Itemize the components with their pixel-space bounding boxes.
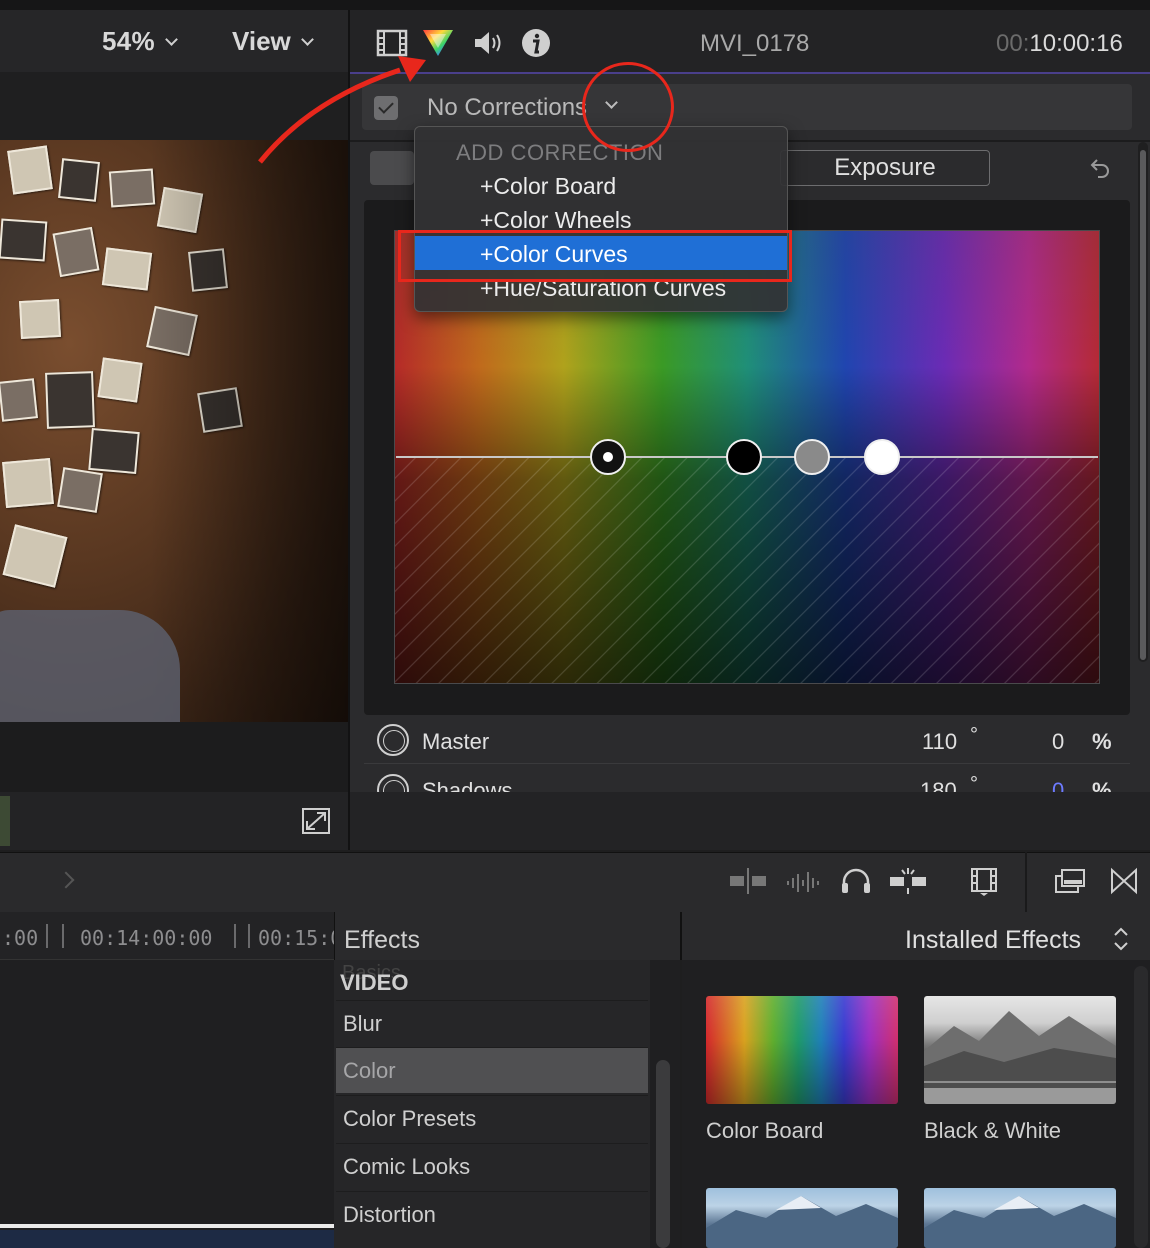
timecode-hours: 00: bbox=[996, 30, 1030, 57]
master-puck[interactable] bbox=[590, 439, 626, 475]
category-scroll-thumb[interactable] bbox=[656, 1060, 670, 1248]
effect-thumbnail[interactable] bbox=[706, 1188, 898, 1248]
chevron-down-icon bbox=[300, 33, 314, 46]
timeline-area[interactable] bbox=[0, 912, 334, 1248]
fullscreen-icon[interactable] bbox=[300, 806, 332, 836]
installed-effects-menu[interactable]: Installed Effects bbox=[905, 926, 1081, 955]
ruler-timecode: :00 bbox=[2, 926, 39, 950]
master-radio-icon[interactable] bbox=[377, 724, 409, 756]
effect-label: Color Board bbox=[706, 1118, 824, 1143]
timecode-value: 10:00:16 bbox=[1029, 30, 1123, 57]
annotation-arrow bbox=[250, 52, 440, 168]
category-comic-looks[interactable]: Comic Looks bbox=[336, 1143, 648, 1189]
timecode-display: 00:10:00:16 bbox=[996, 30, 1123, 58]
shadows-row: Shadows 180 ° 0 % bbox=[364, 766, 1130, 792]
degree-symbol: ° bbox=[970, 773, 978, 792]
shadows-radio-icon[interactable] bbox=[377, 774, 409, 792]
category-blur[interactable]: Blur bbox=[336, 1000, 648, 1046]
clip-name: MVI_0178 bbox=[700, 30, 810, 57]
shadows-percent[interactable]: 0 bbox=[1052, 778, 1064, 792]
effects-title: Effects bbox=[344, 926, 420, 954]
shadows-angle[interactable]: 180 bbox=[920, 778, 957, 792]
timeline-clip[interactable] bbox=[0, 1230, 334, 1248]
viewer-video-frame bbox=[0, 140, 348, 722]
inspector-scroll-thumb[interactable] bbox=[1140, 150, 1146, 660]
audio-meter bbox=[0, 796, 10, 846]
shadows-puck[interactable] bbox=[726, 439, 762, 475]
master-angle[interactable]: 110 bbox=[922, 729, 957, 755]
ruler-timecode: 00:15:0 bbox=[258, 926, 343, 950]
ruler-tick bbox=[234, 924, 236, 948]
category-color[interactable]: Color bbox=[336, 1047, 648, 1093]
zoom-menu[interactable]: 54% bbox=[102, 26, 178, 57]
zoom-label: 54% bbox=[102, 26, 155, 56]
audio-skimming-icon[interactable] bbox=[786, 866, 822, 896]
snapping-icon[interactable] bbox=[890, 866, 926, 896]
percent-symbol: % bbox=[1092, 729, 1112, 754]
ruler-timecode: 00:14:00:00 bbox=[80, 926, 213, 950]
percent-symbol: % bbox=[1092, 778, 1112, 792]
master-percent[interactable]: 0 bbox=[1052, 729, 1064, 755]
inspector-footer bbox=[350, 792, 1150, 850]
shadows-label: Shadows bbox=[422, 778, 513, 792]
master-label: Master bbox=[422, 729, 490, 754]
degree-symbol: ° bbox=[970, 724, 978, 746]
highlights-puck[interactable] bbox=[864, 439, 900, 475]
corrections-menu[interactable]: No Corrections bbox=[427, 94, 587, 122]
window-top-strip bbox=[0, 0, 1150, 10]
annotation-circle bbox=[582, 62, 674, 152]
category-color-presets[interactable]: Color Presets bbox=[336, 1095, 648, 1141]
reset-icon[interactable] bbox=[1088, 156, 1112, 180]
transitions-icon[interactable] bbox=[1106, 866, 1142, 896]
ruler-tick bbox=[62, 924, 64, 948]
viewer-letterbox-bottom bbox=[0, 722, 348, 792]
info-icon[interactable] bbox=[520, 27, 552, 59]
tab-exposure[interactable]: Exposure bbox=[780, 150, 990, 186]
midtones-puck[interactable] bbox=[794, 439, 830, 475]
timeline-track-line bbox=[0, 1224, 334, 1228]
effects-browser-icon[interactable] bbox=[1052, 866, 1088, 896]
annotation-highlight-box bbox=[398, 230, 792, 282]
black-white-thumbnail[interactable] bbox=[924, 996, 1116, 1104]
viewer-controls bbox=[0, 792, 348, 850]
menu-item-color-board[interactable]: +Color Board bbox=[480, 173, 616, 200]
ruler-tick bbox=[248, 924, 250, 948]
ruler-tick bbox=[46, 924, 48, 948]
effect-thumbnail[interactable] bbox=[924, 1188, 1116, 1248]
effects-grid-scrollbar[interactable] bbox=[1134, 966, 1148, 1248]
chevron-down-icon bbox=[165, 33, 178, 46]
clip-appearance-icon[interactable] bbox=[966, 866, 1002, 896]
color-board-thumbnail[interactable] bbox=[706, 996, 898, 1104]
headphones-icon[interactable] bbox=[838, 866, 874, 896]
updown-chevron-icon[interactable] bbox=[1112, 924, 1130, 954]
audio-icon[interactable] bbox=[472, 28, 506, 58]
blade-icon[interactable] bbox=[730, 866, 766, 896]
toolbar-separator bbox=[1025, 852, 1027, 912]
category-header-video: VIDEO bbox=[340, 970, 409, 995]
category-distortion[interactable]: Distortion bbox=[336, 1191, 648, 1237]
effect-label: Black & White bbox=[924, 1118, 1061, 1143]
